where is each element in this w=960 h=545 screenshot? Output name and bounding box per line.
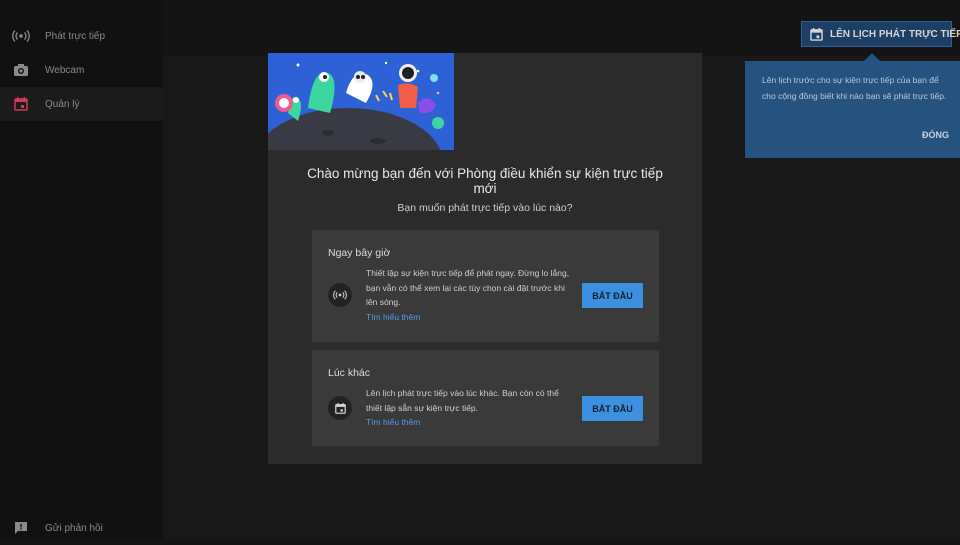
calendar-icon [328,396,352,420]
broadcast-icon [12,27,30,45]
start-now-button[interactable]: BẮT ĐẦU [582,283,643,308]
broadcast-icon [328,283,352,307]
learn-more-link[interactable]: Tìm hiểu thêm [366,417,420,427]
sidebar-item-label: Gửi phản hồi [45,522,103,534]
sidebar-item-live[interactable]: Phát trực tiếp [0,19,163,53]
learn-more-link[interactable]: Tìm hiểu thêm [366,312,420,322]
dialog-subtitle: Bạn muốn phát trực tiếp vào lúc nào? [397,202,573,214]
schedule-button-label: LÊN LỊCH PHÁT TRỰC TIẾP [830,28,960,40]
sidebar-item-label: Quản lý [45,98,80,110]
sidebar-item-manage[interactable]: Quản lý [0,87,163,121]
sidebar: Phát trực tiếp Webcam Quản lý Gửi phản h… [0,0,163,540]
start-later-button[interactable]: BẮT ĐẦU [582,396,643,421]
option-now: Ngay bây giờ Thiết lập sự kiện trực tiếp… [312,230,659,342]
option-description: Thiết lập sự kiện trực tiếp để phát ngay… [366,268,570,307]
hero-illustration [268,53,454,150]
welcome-dialog: Chào mừng bạn đến với Phòng điều khiển s… [268,53,702,464]
feedback-icon [12,519,30,537]
camera-icon [12,61,30,79]
sidebar-item-webcam[interactable]: Webcam [0,53,163,87]
sidebar-item-label: Webcam [45,64,85,76]
calendar-icon [810,27,823,41]
sidebar-item-label: Phát trực tiếp [45,30,106,42]
option-title: Lúc khác [328,367,371,379]
option-title: Ngay bây giờ [328,247,391,259]
calendar-icon [12,95,30,113]
tooltip-text: Lên lịch trước cho sự kiện trực tiếp của… [762,75,947,101]
dialog-title: Chào mừng bạn đến với Phòng điều khiển s… [307,166,663,196]
schedule-tooltip: Lên lịch trước cho sự kiện trực tiếp của… [745,53,960,158]
schedule-stream-button[interactable]: LÊN LỊCH PHÁT TRỰC TIẾP [801,21,960,47]
option-later: Lúc khác Lên lịch phát trực tiếp vào lúc… [312,350,659,446]
tooltip-close-button[interactable]: ĐÓNG [922,130,949,140]
option-description: Lên lịch phát trực tiếp vào lúc khác. Bạ… [366,388,559,413]
tooltip-arrow [864,53,880,61]
